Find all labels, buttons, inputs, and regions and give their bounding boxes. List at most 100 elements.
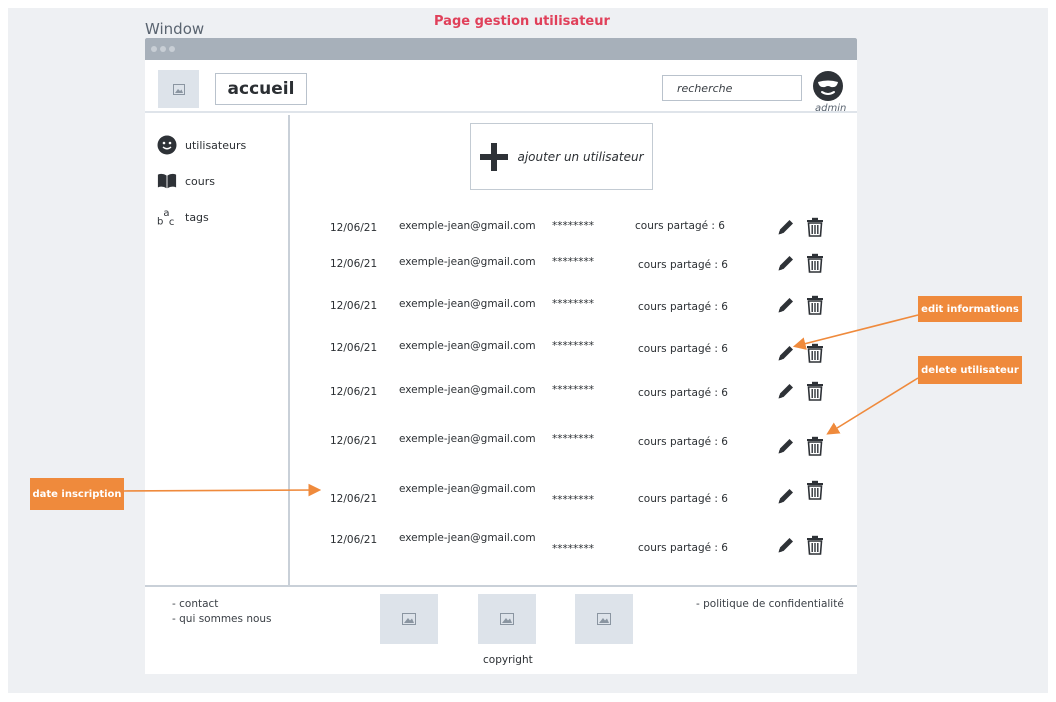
user-password: ********: [552, 340, 594, 352]
table-row: 12/06/21 exemple-jean@gmail.com ******** co…: [290, 337, 857, 367]
shared-courses: cours partagé : 6: [638, 542, 728, 554]
sidebar-item-utilisateurs[interactable]: utilisateurs: [157, 135, 246, 155]
edit-pencil-icon[interactable]: [776, 486, 796, 509]
user-password: ********: [552, 543, 594, 555]
inscription-date: 12/06/21: [330, 493, 378, 505]
table-row: 12/06/21 exemple-jean@gmail.com ******** co…: [290, 217, 857, 247]
window-close-dot[interactable]: [151, 46, 157, 52]
image-placeholder-icon: [500, 613, 514, 625]
footer-image-3: [575, 594, 633, 644]
edit-pencil-icon[interactable]: [776, 217, 796, 240]
annotation-edit: edit informations: [918, 296, 1022, 322]
window-minimize-dot[interactable]: [160, 46, 166, 52]
inscription-date: 12/06/21: [330, 534, 378, 546]
svg-text:c: c: [169, 217, 175, 228]
search-input[interactable]: recherche: [662, 75, 802, 101]
table-row: 12/06/21 exemple-jean@gmail.com ******** co…: [290, 295, 857, 325]
edit-pencil-icon[interactable]: [776, 253, 796, 276]
footer-about-link[interactable]: - qui sommes nous: [172, 613, 272, 625]
table-row: 12/06/21 exemple-jean@gmail.com ******** co…: [290, 430, 857, 460]
table-row: 12/06/21 exemple-jean@gmail.com ******** co…: [290, 381, 857, 411]
svg-text:b: b: [157, 216, 163, 227]
user-password: ********: [552, 220, 594, 232]
user-password: ********: [552, 433, 594, 445]
book-icon: [157, 171, 177, 191]
sidebar-item-label: cours: [185, 174, 216, 188]
table-row: 12/06/21 exemple-jean@gmail.com ******** co…: [290, 253, 857, 283]
delete-trash-icon[interactable]: [806, 217, 824, 240]
plus-icon: [480, 142, 509, 171]
page-title: Page gestion utilisateur: [434, 14, 610, 29]
user-password: ********: [552, 494, 594, 506]
user-email: exemple-jean@gmail.com: [399, 532, 536, 544]
add-user-label: ajouter un utilisateur: [517, 149, 644, 164]
delete-trash-icon[interactable]: [806, 295, 824, 318]
inscription-date: 12/06/21: [330, 386, 378, 398]
edit-pencil-icon[interactable]: [776, 381, 796, 404]
inscription-date: 12/06/21: [330, 300, 378, 312]
abc-icon: b a c: [157, 207, 177, 228]
user-email: exemple-jean@gmail.com: [399, 220, 536, 232]
user-password: ********: [552, 384, 594, 396]
inscription-date: 12/06/21: [330, 435, 378, 447]
image-placeholder-icon: [402, 613, 416, 625]
shared-courses: cours partagé : 6: [638, 387, 728, 399]
edit-pencil-icon[interactable]: [776, 295, 796, 318]
smiley-icon: [157, 135, 177, 155]
inscription-date: 12/06/21: [330, 222, 378, 234]
table-row: 12/06/21 exemple-jean@gmail.com ******** co…: [290, 529, 857, 559]
user-email: exemple-jean@gmail.com: [399, 384, 536, 396]
image-placeholder-icon: [597, 613, 611, 625]
home-button[interactable]: accueil: [215, 73, 307, 105]
user-email: exemple-jean@gmail.com: [399, 483, 536, 495]
shared-courses: cours partagé : 6: [638, 493, 728, 505]
edit-pencil-icon[interactable]: [776, 343, 796, 366]
sidebar-item-tags[interactable]: b a c tags: [157, 207, 209, 228]
delete-trash-icon[interactable]: [806, 535, 824, 558]
sidebar-item-cours[interactable]: cours: [157, 171, 215, 191]
user-email: exemple-jean@gmail.com: [399, 433, 536, 445]
footer: - contact - qui sommes nous - politique …: [145, 585, 857, 674]
footer-contact-link[interactable]: - contact: [172, 598, 218, 610]
window-maximize-dot[interactable]: [169, 46, 175, 52]
main-content: ajouter un utilisateur 12/06/21 exemple-j…: [290, 115, 857, 585]
window-label: Window: [145, 20, 205, 38]
sidebar-item-label: tags: [185, 210, 209, 224]
admin-avatar-icon[interactable]: [812, 70, 844, 102]
copyright: copyright: [483, 654, 533, 666]
annotation-delete: delete utilisateur: [918, 356, 1022, 384]
header: accueil recherche admin: [145, 60, 857, 114]
user-email: exemple-jean@gmail.com: [399, 298, 536, 310]
delete-trash-icon[interactable]: [806, 436, 824, 459]
user-password: ********: [552, 256, 594, 268]
shared-courses: cours partagé : 6: [638, 436, 728, 448]
annotation-date: date inscription: [30, 478, 124, 510]
add-user-button[interactable]: ajouter un utilisateur: [470, 123, 653, 190]
shared-courses: cours partagé : 6: [638, 301, 728, 313]
delete-trash-icon[interactable]: [806, 253, 824, 276]
inscription-date: 12/06/21: [330, 342, 378, 354]
window-titlebar: [145, 38, 857, 60]
table-row: 12/06/21 exemple-jean@gmail.com ******** co…: [290, 480, 857, 510]
logo[interactable]: [158, 70, 199, 108]
footer-privacy-link[interactable]: - politique de confidentialité: [696, 598, 844, 610]
user-email: exemple-jean@gmail.com: [399, 256, 536, 268]
shared-courses: cours partagé : 6: [638, 259, 728, 271]
edit-pencil-icon[interactable]: [776, 535, 796, 558]
footer-image-2: [478, 594, 536, 644]
delete-trash-icon[interactable]: [806, 381, 824, 404]
edit-pencil-icon[interactable]: [776, 436, 796, 459]
admin-label: admin: [815, 103, 847, 114]
user-password: ********: [552, 298, 594, 310]
sidebar: utilisateurs cours b a c tags: [145, 115, 290, 585]
user-email: exemple-jean@gmail.com: [399, 340, 536, 352]
footer-image-1: [380, 594, 438, 644]
shared-courses: cours partagé : 6: [635, 220, 725, 232]
sidebar-item-label: utilisateurs: [185, 138, 247, 152]
delete-trash-icon[interactable]: [806, 343, 824, 366]
app-window: accueil recherche admin utilisateurs cou…: [145, 38, 857, 674]
inscription-date: 12/06/21: [330, 258, 378, 270]
delete-trash-icon[interactable]: [806, 480, 824, 503]
image-placeholder-icon: [172, 83, 185, 95]
shared-courses: cours partagé : 6: [638, 343, 728, 355]
